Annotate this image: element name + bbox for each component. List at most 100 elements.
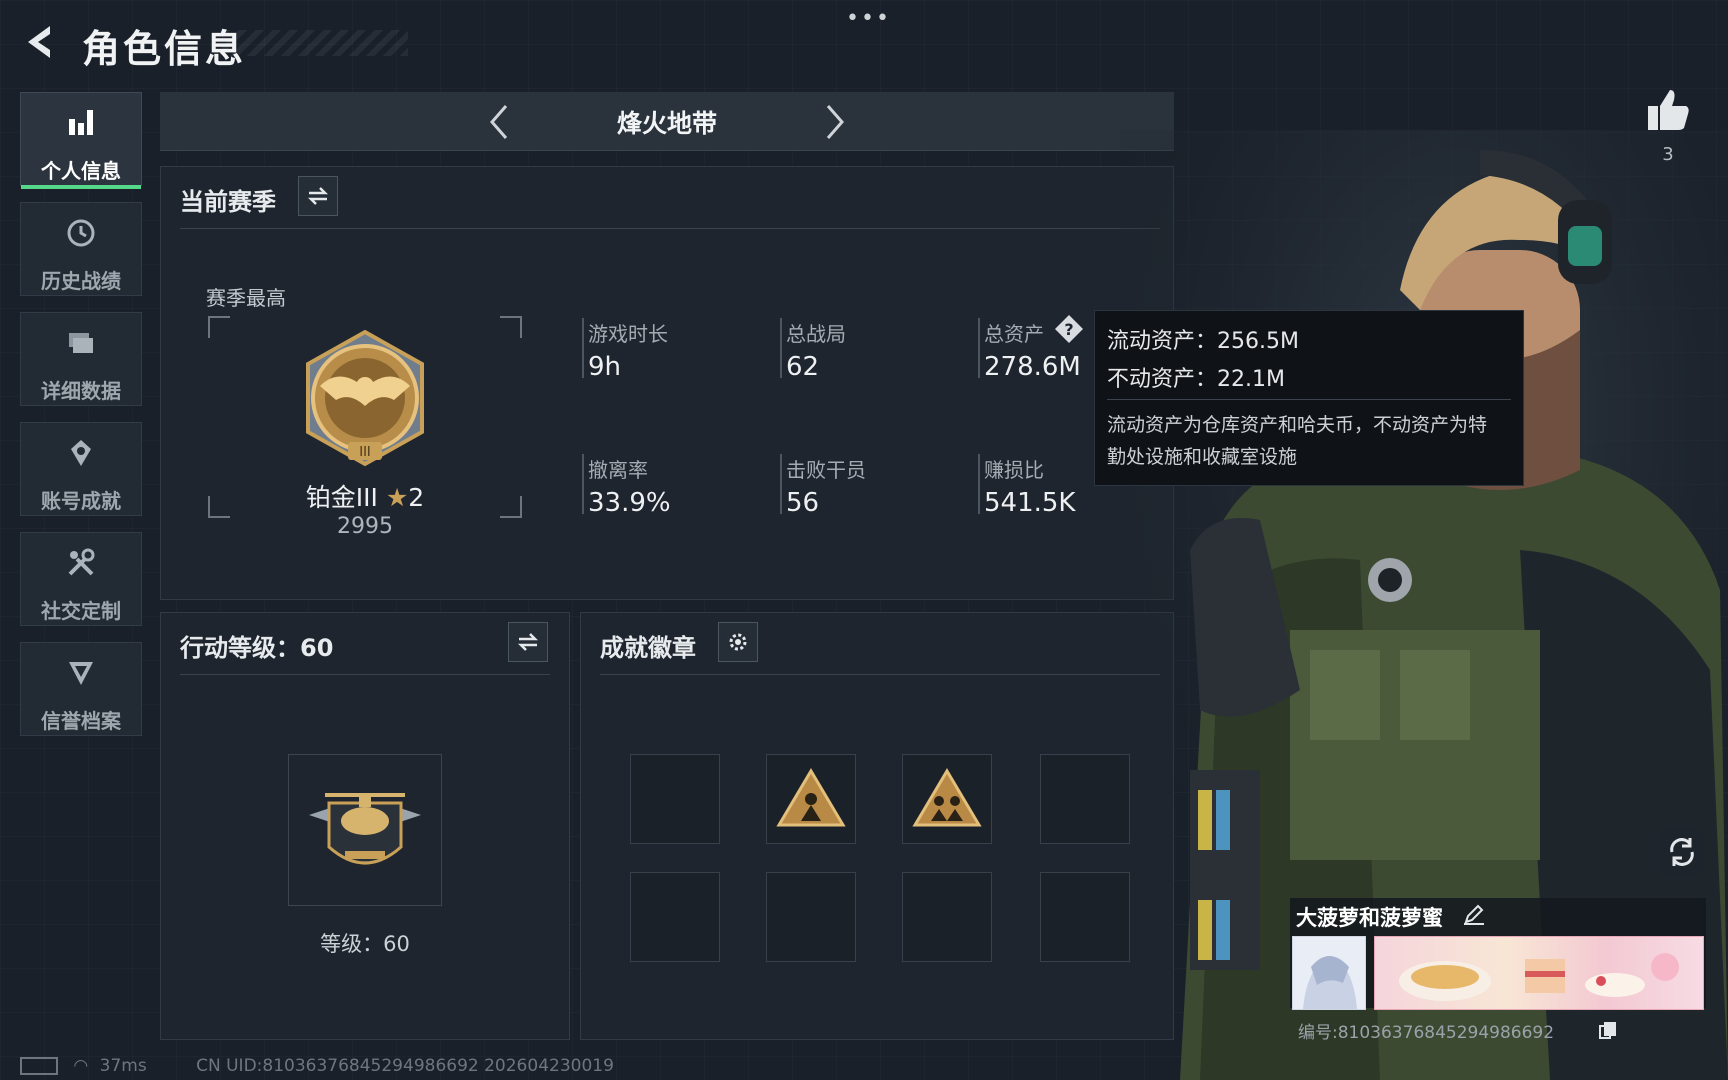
rank-line: 铂金III ★2 — [210, 478, 520, 514]
sidebar-item-history[interactable]: 历史战绩 — [20, 202, 142, 296]
stat-label-extract-rate: 撤离率 — [588, 458, 648, 482]
wifi-icon: ◠ — [73, 1056, 89, 1076]
helicopter-emblem-icon — [309, 793, 421, 865]
sidebar-item-personal-info[interactable]: 个人信息 — [20, 92, 142, 189]
pencil-icon — [1464, 904, 1484, 925]
level-header: 行动等级：60 — [180, 634, 334, 662]
credit-icon — [69, 662, 93, 685]
badge-slot-empty[interactable] — [630, 872, 720, 962]
stat-marker — [978, 454, 980, 514]
sidebar-item-social-custom[interactable]: 社交定制 — [20, 532, 142, 626]
folder-icon — [69, 333, 93, 353]
stat-value-kills: 56 — [786, 488, 820, 518]
tooltip-fixed-assets: 不动资产：22.1M — [1107, 367, 1285, 392]
stat-value-matches: 62 — [786, 352, 820, 382]
bar-chart-icon — [69, 110, 93, 135]
sidebar-item-detail-data[interactable]: 详细数据 — [20, 312, 142, 406]
stat-marker — [780, 454, 782, 514]
rotate-view-button[interactable] — [1660, 830, 1704, 874]
edit-name-button[interactable] — [1462, 902, 1486, 926]
title-decoration — [222, 30, 408, 56]
rotate-icon — [1670, 838, 1694, 866]
season-header: 当前赛季 — [180, 188, 276, 216]
assets-tooltip: 流动资产：256.5M 不动资产：22.1M 流动资产为仓库资产和哈夫币，不动资… — [1094, 310, 1524, 486]
level-divider — [180, 674, 550, 675]
stat-label-profit-ratio: 赚损比 — [984, 458, 1044, 482]
switch-icon — [517, 633, 539, 651]
season-best-label: 赛季最高 — [206, 286, 286, 310]
star-icon: ★ — [385, 483, 409, 512]
season-switch-button[interactable] — [298, 176, 338, 216]
sidebar-item-label: 个人信息 — [41, 159, 121, 183]
rank-points: 2995 — [337, 514, 393, 539]
more-menu-button[interactable]: ••• — [846, 6, 891, 31]
sidebar-item-label: 账号成就 — [41, 489, 121, 513]
badge-slot-1[interactable] — [766, 754, 856, 844]
card-uid: 编号:8103637684529498669​2 — [1298, 1023, 1555, 1043]
like-count: 3 — [1662, 144, 1674, 165]
sidebar-item-label: 历史战绩 — [41, 269, 121, 293]
achievement-icon — [71, 440, 91, 466]
rank-emblem-icon: III — [290, 326, 440, 476]
svg-text:?: ? — [1064, 320, 1073, 339]
gear-icon — [729, 633, 747, 651]
badge-slot-empty[interactable] — [1040, 754, 1130, 844]
tooltip-liquid-assets: 流动资产：256.5M — [1107, 329, 1299, 354]
player-name: 大菠萝和菠萝蜜 — [1296, 906, 1443, 930]
switch-icon — [307, 187, 329, 205]
next-mode-button[interactable] — [814, 102, 854, 142]
footer-uid: CN UID:8103637684529498669​2 20260423001… — [196, 1056, 614, 1076]
badge-slot-2[interactable] — [902, 754, 992, 844]
badges-header: 成就徽章 — [600, 634, 696, 662]
level-switch-button[interactable] — [508, 622, 548, 662]
level-emblem-frame — [288, 754, 442, 906]
player-card-banner[interactable] — [1374, 936, 1704, 1010]
ping-value: 37ms — [99, 1056, 147, 1076]
stat-marker — [582, 454, 584, 514]
help-icon: ? — [1055, 315, 1083, 343]
stat-value-assets: 278.6M — [984, 352, 1081, 382]
badge-icon — [776, 768, 846, 827]
stat-label-matches: 总战局 — [786, 322, 846, 346]
badge-icon — [912, 768, 982, 827]
sidebar-item-credit-file[interactable]: 信誉档案 — [20, 642, 142, 736]
level-label: 等级：60 — [320, 932, 410, 956]
tools-icon — [68, 548, 95, 576]
stat-value-playtime: 9h — [588, 352, 622, 382]
status-footer: ◠ 37ms CN UID:8103637684529498669​2 2026… — [20, 1056, 614, 1076]
like-button[interactable] — [1644, 86, 1692, 134]
badge-slot-empty[interactable] — [766, 872, 856, 962]
player-avatar[interactable] — [1292, 936, 1366, 1010]
stat-label-playtime: 游戏时长 — [588, 322, 668, 346]
season-divider — [180, 228, 1160, 229]
stat-marker — [978, 318, 980, 378]
sidebar-item-label: 社交定制 — [41, 599, 121, 623]
badges-settings-button[interactable] — [718, 622, 758, 662]
bracket — [208, 316, 230, 338]
stat-label-assets: 总资产 — [984, 322, 1044, 346]
stat-value-extract-rate: 33.9% — [588, 488, 671, 518]
sidebar-item-achievements[interactable]: 账号成就 — [20, 422, 142, 516]
back-arrow-icon — [28, 26, 50, 58]
chevron-right-icon — [826, 105, 844, 139]
history-icon — [67, 219, 95, 247]
sidebar-item-label: 详细数据 — [41, 379, 121, 403]
stat-marker — [582, 318, 584, 378]
sidebar-item-label: 信誉档案 — [41, 709, 121, 733]
badge-slot-empty[interactable] — [1040, 872, 1130, 962]
battery-icon — [20, 1057, 58, 1075]
badge-slot-empty[interactable] — [902, 872, 992, 962]
stat-label-kills: 击败干员 — [786, 458, 866, 482]
assets-help-button[interactable]: ? — [1054, 314, 1084, 344]
rank-name: 铂金III — [305, 483, 378, 512]
stat-value-profit-ratio: 541.5K — [984, 488, 1076, 518]
back-button[interactable] — [20, 22, 60, 62]
tooltip-description: 流动资产为仓库资产和哈夫币，不动资产为特勤处设施和收藏室设施 — [1107, 414, 1488, 468]
copy-uid-button[interactable] — [1598, 1020, 1618, 1040]
mode-selector: 烽火地带 — [160, 92, 1174, 151]
badge-slot-empty[interactable] — [630, 754, 720, 844]
bracket — [500, 316, 522, 338]
mode-title: 烽火地带 — [616, 109, 717, 138]
thumbs-up-icon — [1648, 90, 1689, 130]
stat-marker — [780, 318, 782, 378]
